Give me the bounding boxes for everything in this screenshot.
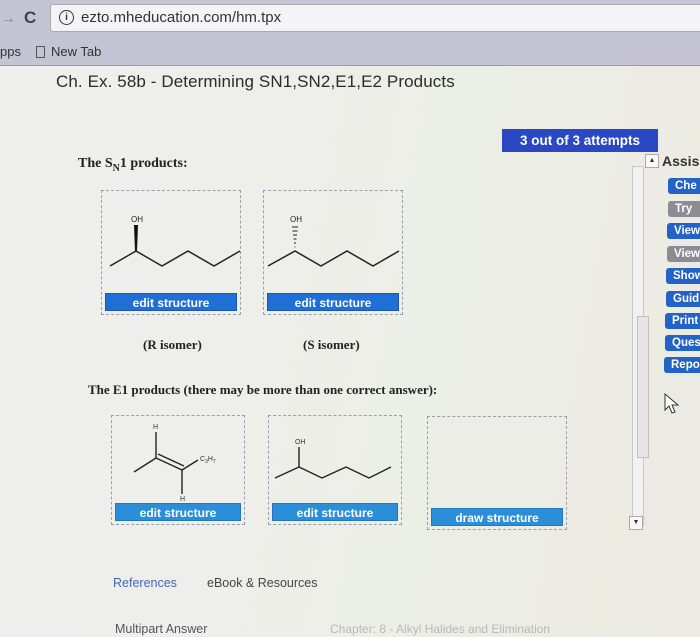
sn1-prompt: The SN1 products: <box>78 156 188 174</box>
scrollbar-thumb[interactable] <box>637 316 649 458</box>
page-icon <box>36 46 45 58</box>
bookmark-apps[interactable]: pps <box>0 44 21 59</box>
molecule-drawing: OH <box>274 439 392 479</box>
attempts-badge: 3 out of 3 attempts <box>502 129 658 152</box>
mouse-cursor-icon <box>664 393 680 414</box>
carbon-chain <box>109 250 241 267</box>
guided-button[interactable]: Guid <box>666 291 700 307</box>
try-again-button[interactable]: Try <box>668 201 700 217</box>
scroll-up-button[interactable]: ▲ <box>645 154 659 168</box>
view-button-1[interactable]: View <box>667 223 700 239</box>
edit-structure-button[interactable]: edit structure <box>272 503 398 521</box>
forward-arrow-icon[interactable]: → <box>0 10 16 28</box>
sn1-structure-r[interactable]: OH edit structure <box>101 190 241 315</box>
info-icon[interactable]: i <box>59 10 74 25</box>
c3h7-label: C3H7 <box>200 456 216 465</box>
alkene-bonds <box>133 432 199 494</box>
e1-structure-alkene[interactable]: H C3H7 H edit structure <box>111 415 245 525</box>
e1-prompt: The E1 products (there may be more than … <box>88 382 438 397</box>
bookmark-new-tab[interactable]: New Tab <box>36 44 101 59</box>
edit-structure-button[interactable]: edit structure <box>267 293 399 311</box>
url-text[interactable]: ezto.mheducation.com/hm.tpx <box>81 9 281 26</box>
references-link[interactable]: References <box>113 576 177 590</box>
question-button[interactable]: Ques <box>665 335 700 351</box>
page-content: Ch. Ex. 58b - Determining SN1,SN2,E1,E2 … <box>0 66 700 637</box>
sn1-suffix: 1 products: <box>119 156 188 171</box>
e1-structure-empty[interactable]: draw structure <box>427 416 567 530</box>
h-label-bottom: H <box>180 496 185 503</box>
molecule-drawing: OH <box>109 215 241 267</box>
draw-structure-button[interactable]: draw structure <box>431 508 563 526</box>
bookmark-new-tab-label: New Tab <box>51 44 102 59</box>
print-button[interactable]: Print <box>665 313 700 329</box>
multipart-answer-label: Multipart Answer <box>115 622 208 636</box>
molecule-drawing: H C3H7 H <box>133 424 216 503</box>
sn1-structure-s[interactable]: OH edit structure <box>263 190 403 315</box>
check-button[interactable]: Che <box>668 178 700 194</box>
browser-toolbar: → C i ezto.mheducation.com/hm.tpx pps Ne… <box>0 0 700 66</box>
show-button[interactable]: Show <box>666 268 700 284</box>
hash-bond <box>292 226 298 248</box>
view-button-2[interactable]: View <box>667 246 700 262</box>
sn1-prefix: The S <box>78 156 113 171</box>
r-isomer-label: (R isomer) <box>143 337 202 352</box>
report-button[interactable]: Repo <box>664 357 700 373</box>
oh-label: OH <box>131 215 143 224</box>
reload-icon[interactable]: C <box>24 8 36 28</box>
edit-structure-button[interactable]: edit structure <box>115 503 241 521</box>
sn1-sub: N <box>112 162 120 174</box>
e1-structure-alcohol[interactable]: OH edit structure <box>268 415 402 525</box>
oh-label: OH <box>295 439 306 446</box>
carbon-chain <box>274 466 392 479</box>
edit-structure-button[interactable]: edit structure <box>105 293 237 311</box>
wedge-bond <box>134 225 138 251</box>
s-isomer-label: (S isomer) <box>303 337 360 352</box>
chapter-label: Chapter: 8 - Alkyl Halides and Eliminati… <box>330 622 551 636</box>
address-bar[interactable]: i ezto.mheducation.com/hm.tpx <box>50 4 700 32</box>
ebook-resources-link[interactable]: eBook & Resources <box>207 576 317 590</box>
page-title: Ch. Ex. 58b - Determining SN1,SN2,E1,E2 … <box>56 72 455 91</box>
carbon-chain <box>267 250 400 267</box>
oh-label: OH <box>290 215 302 224</box>
scroll-down-button[interactable]: ▼ <box>629 516 643 530</box>
h-label-top: H <box>153 424 158 431</box>
assistance-title: Assis <box>662 153 700 169</box>
molecule-drawing: OH <box>267 215 400 267</box>
